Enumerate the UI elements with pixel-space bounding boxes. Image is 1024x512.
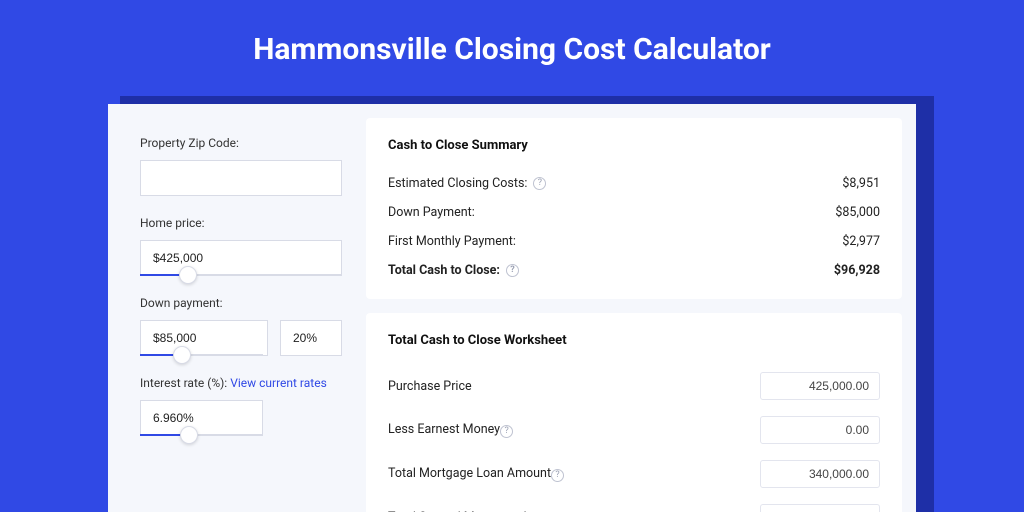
zip-label: Property Zip Code: [140,136,342,150]
worksheet-value-input[interactable] [760,460,880,488]
summary-row-value: $2,977 [842,234,880,249]
down-payment-field-group: Down payment: [140,296,342,356]
help-icon[interactable]: ? [551,469,564,482]
worksheet-row: Less Earnest Money? [388,408,880,452]
worksheet-row-label: Less Earnest Money? [388,422,513,438]
down-payment-pct-input[interactable] [280,320,342,356]
summary-row-label: First Monthly Payment: [388,234,516,249]
worksheet-value-input[interactable] [760,372,880,400]
slider-thumb[interactable] [180,426,198,444]
worksheet-title: Total Cash to Close Worksheet [388,333,880,348]
summary-row-label: Estimated Closing Costs:? [388,176,546,191]
worksheet-row: Purchase Price [388,364,880,408]
help-icon[interactable]: ? [533,177,546,190]
worksheet-row: Total Second Mortgage Amount? [388,496,880,512]
interest-rate-field-group: Interest rate (%): View current rates [140,376,342,436]
view-rates-link[interactable]: View current rates [230,376,327,390]
summary-row: Down Payment: $85,000 [388,198,880,227]
help-icon[interactable]: ? [506,264,519,277]
page-title: Hammonsville Closing Cost Calculator [0,0,1024,67]
worksheet-value-input[interactable] [760,416,880,444]
summary-row-value: $85,000 [835,205,880,220]
summary-row: First Monthly Payment: $2,977 [388,227,880,256]
summary-row: Total Cash to Close:? $96,928 [388,256,880,285]
home-price-slider[interactable] [140,274,342,276]
help-icon[interactable]: ? [500,425,513,438]
worksheet-value-input[interactable] [760,504,880,512]
down-payment-input[interactable] [140,320,268,356]
summary-row-value: $8,951 [842,176,880,191]
summary-row-label: Total Cash to Close:? [388,263,519,278]
interest-rate-slider[interactable] [140,434,263,436]
worksheet-row-label: Total Mortgage Loan Amount? [388,466,564,482]
summary-panel: Cash to Close Summary Estimated Closing … [366,118,902,299]
slider-thumb[interactable] [179,266,197,284]
inputs-column: Property Zip Code: Home price: Down paym… [122,118,352,512]
interest-rate-input[interactable] [140,400,263,436]
home-price-label: Home price: [140,216,342,230]
home-price-field-group: Home price: [140,216,342,276]
home-price-input[interactable] [140,240,342,276]
down-payment-label: Down payment: [140,296,342,310]
zip-input[interactable] [140,160,342,196]
calculator-card: Property Zip Code: Home price: Down paym… [108,104,916,512]
interest-rate-label: Interest rate (%): View current rates [140,376,342,390]
results-column: Cash to Close Summary Estimated Closing … [366,118,902,512]
zip-field-group: Property Zip Code: [140,136,342,196]
worksheet-row-label: Purchase Price [388,379,472,394]
worksheet-row: Total Mortgage Loan Amount? [388,452,880,496]
summary-row-label: Down Payment: [388,205,475,220]
summary-row: Estimated Closing Costs:? $8,951 [388,169,880,198]
down-payment-slider[interactable] [140,354,263,356]
summary-title: Cash to Close Summary [388,138,880,153]
slider-thumb[interactable] [173,346,191,364]
worksheet-panel: Total Cash to Close Worksheet Purchase P… [366,313,902,512]
summary-row-value: $96,928 [834,263,880,278]
